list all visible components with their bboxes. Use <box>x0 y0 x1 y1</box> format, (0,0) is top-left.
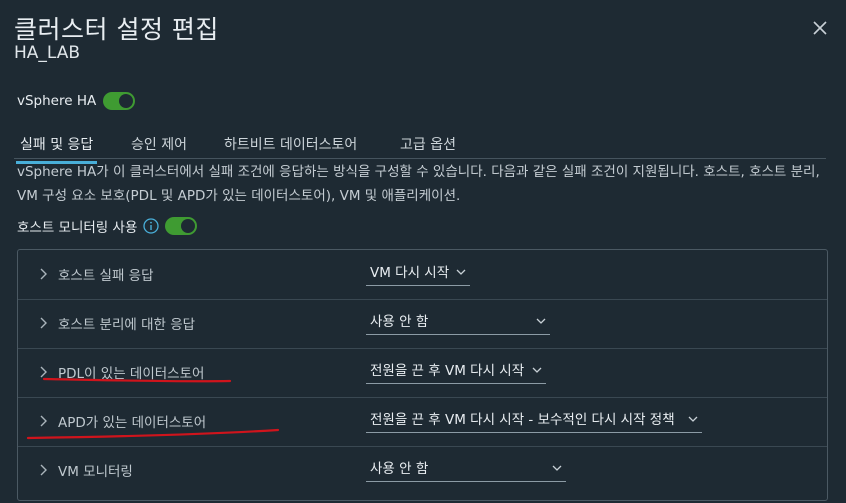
tab-failures-responses[interactable]: 실패 및 응답 <box>15 134 98 164</box>
vsphere-ha-toggle[interactable] <box>103 92 136 110</box>
select-value: 사용 안 함 <box>370 461 429 477</box>
caret-down-icon <box>552 465 562 471</box>
dialog-subtitle: HA_LAB <box>14 43 81 63</box>
tab-advanced-options[interactable]: 고급 옵션 <box>400 134 456 154</box>
dialog-title: 클러스터 설정 편집 <box>14 15 219 44</box>
close-icon[interactable] <box>810 18 830 38</box>
failure-row-host-failure[interactable]: 호스트 실패 응답 VM 다시 시작 <box>18 250 827 300</box>
caret-down-icon <box>456 269 466 275</box>
chevron-right-icon[interactable] <box>39 366 48 378</box>
host-monitoring-row: 호스트 모니터링 사용 <box>17 216 198 236</box>
tab-bar: 실패 및 응답 승인 제어 하트비트 데이터스토어 고급 옵션 <box>14 126 826 164</box>
apd-response-select[interactable]: 전원을 끈 후 VM 다시 시작 - 보수적인 다시 시작 정책 <box>366 408 702 433</box>
select-value: 전원을 끈 후 VM 다시 시작 <box>370 363 525 379</box>
failure-row-pdl[interactable]: PDL이 있는 데이터스토어 전원을 끈 후 VM 다시 시작 <box>18 348 827 398</box>
host-monitoring-label: 호스트 모니터링 사용 <box>17 220 138 236</box>
vsphere-ha-row: vSphere HA <box>17 92 136 110</box>
info-icon[interactable] <box>143 218 160 234</box>
failure-row-label: VM 모니터링 <box>58 464 133 480</box>
chevron-right-icon[interactable] <box>39 268 48 280</box>
failure-response-panel: 호스트 실패 응답 VM 다시 시작 호스트 분리에 대한 응답 사용 안 함 … <box>17 249 828 501</box>
failure-row-label: PDL이 있는 데이터스토어 <box>58 366 205 382</box>
failure-row-label: APD가 있는 데이터스토어 <box>58 415 207 431</box>
description-text: vSphere HA가 이 클러스터에서 실패 조건에 응답하는 방식을 구성할… <box>17 164 820 204</box>
chevron-right-icon[interactable] <box>39 464 48 476</box>
host-failure-response-select[interactable]: VM 다시 시작 <box>366 261 470 286</box>
failure-row-label: 호스트 실패 응답 <box>58 268 154 284</box>
caret-down-icon <box>688 416 698 422</box>
pdl-response-select[interactable]: 전원을 끈 후 VM 다시 시작 <box>366 359 546 384</box>
select-value: VM 다시 시작 <box>370 265 450 281</box>
vsphere-ha-label: vSphere HA <box>17 93 97 109</box>
tab-heartbeat-datastores[interactable]: 하트비트 데이터스토어 <box>224 134 357 154</box>
failure-row-host-isolation[interactable]: 호스트 분리에 대한 응답 사용 안 함 <box>18 299 827 349</box>
host-isolation-response-select[interactable]: 사용 안 함 <box>366 310 550 335</box>
chevron-right-icon[interactable] <box>39 415 48 427</box>
caret-down-icon <box>536 318 546 324</box>
host-monitoring-toggle[interactable] <box>165 217 198 235</box>
failure-row-label: 호스트 분리에 대한 응답 <box>58 317 196 333</box>
vm-monitoring-select[interactable]: 사용 안 함 <box>366 457 566 482</box>
select-value: 사용 안 함 <box>370 314 429 330</box>
chevron-right-icon[interactable] <box>39 317 48 329</box>
select-value: 전원을 끈 후 VM 다시 시작 - 보수적인 다시 시작 정책 <box>370 412 675 428</box>
failure-row-vm-monitoring[interactable]: VM 모니터링 사용 안 함 <box>18 446 827 495</box>
failure-row-apd[interactable]: APD가 있는 데이터스토어 전원을 끈 후 VM 다시 시작 - 보수적인 다… <box>18 397 827 447</box>
caret-down-icon <box>532 367 542 373</box>
tab-admission-control[interactable]: 승인 제어 <box>131 134 187 154</box>
